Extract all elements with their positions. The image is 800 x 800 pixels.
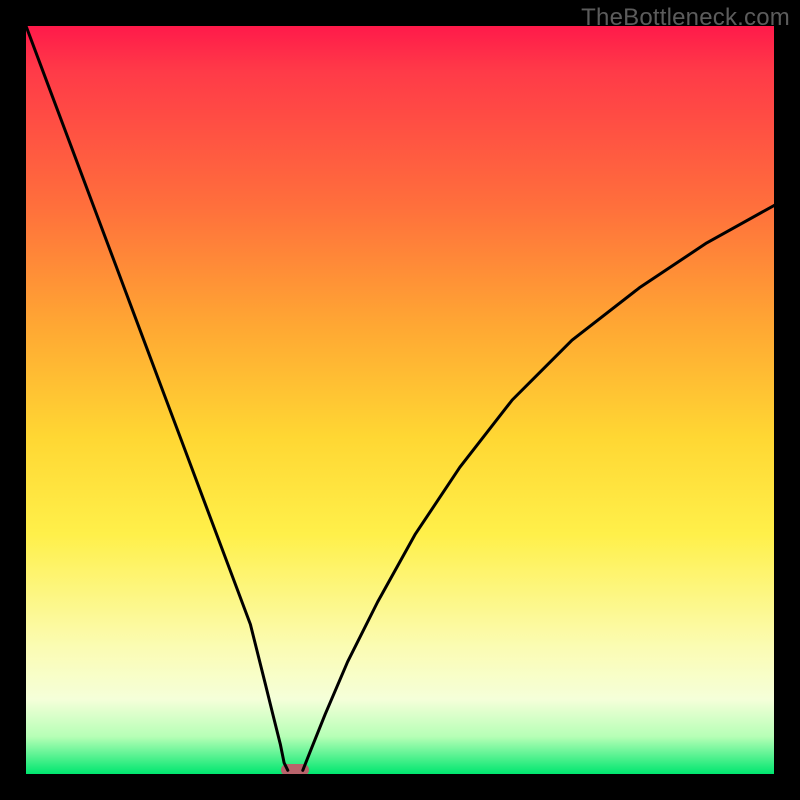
- plot-area: [26, 26, 774, 774]
- bottleneck-curve: [26, 26, 774, 774]
- watermark-text: TheBottleneck.com: [581, 4, 790, 32]
- chart-frame: TheBottleneck.com: [0, 0, 800, 800]
